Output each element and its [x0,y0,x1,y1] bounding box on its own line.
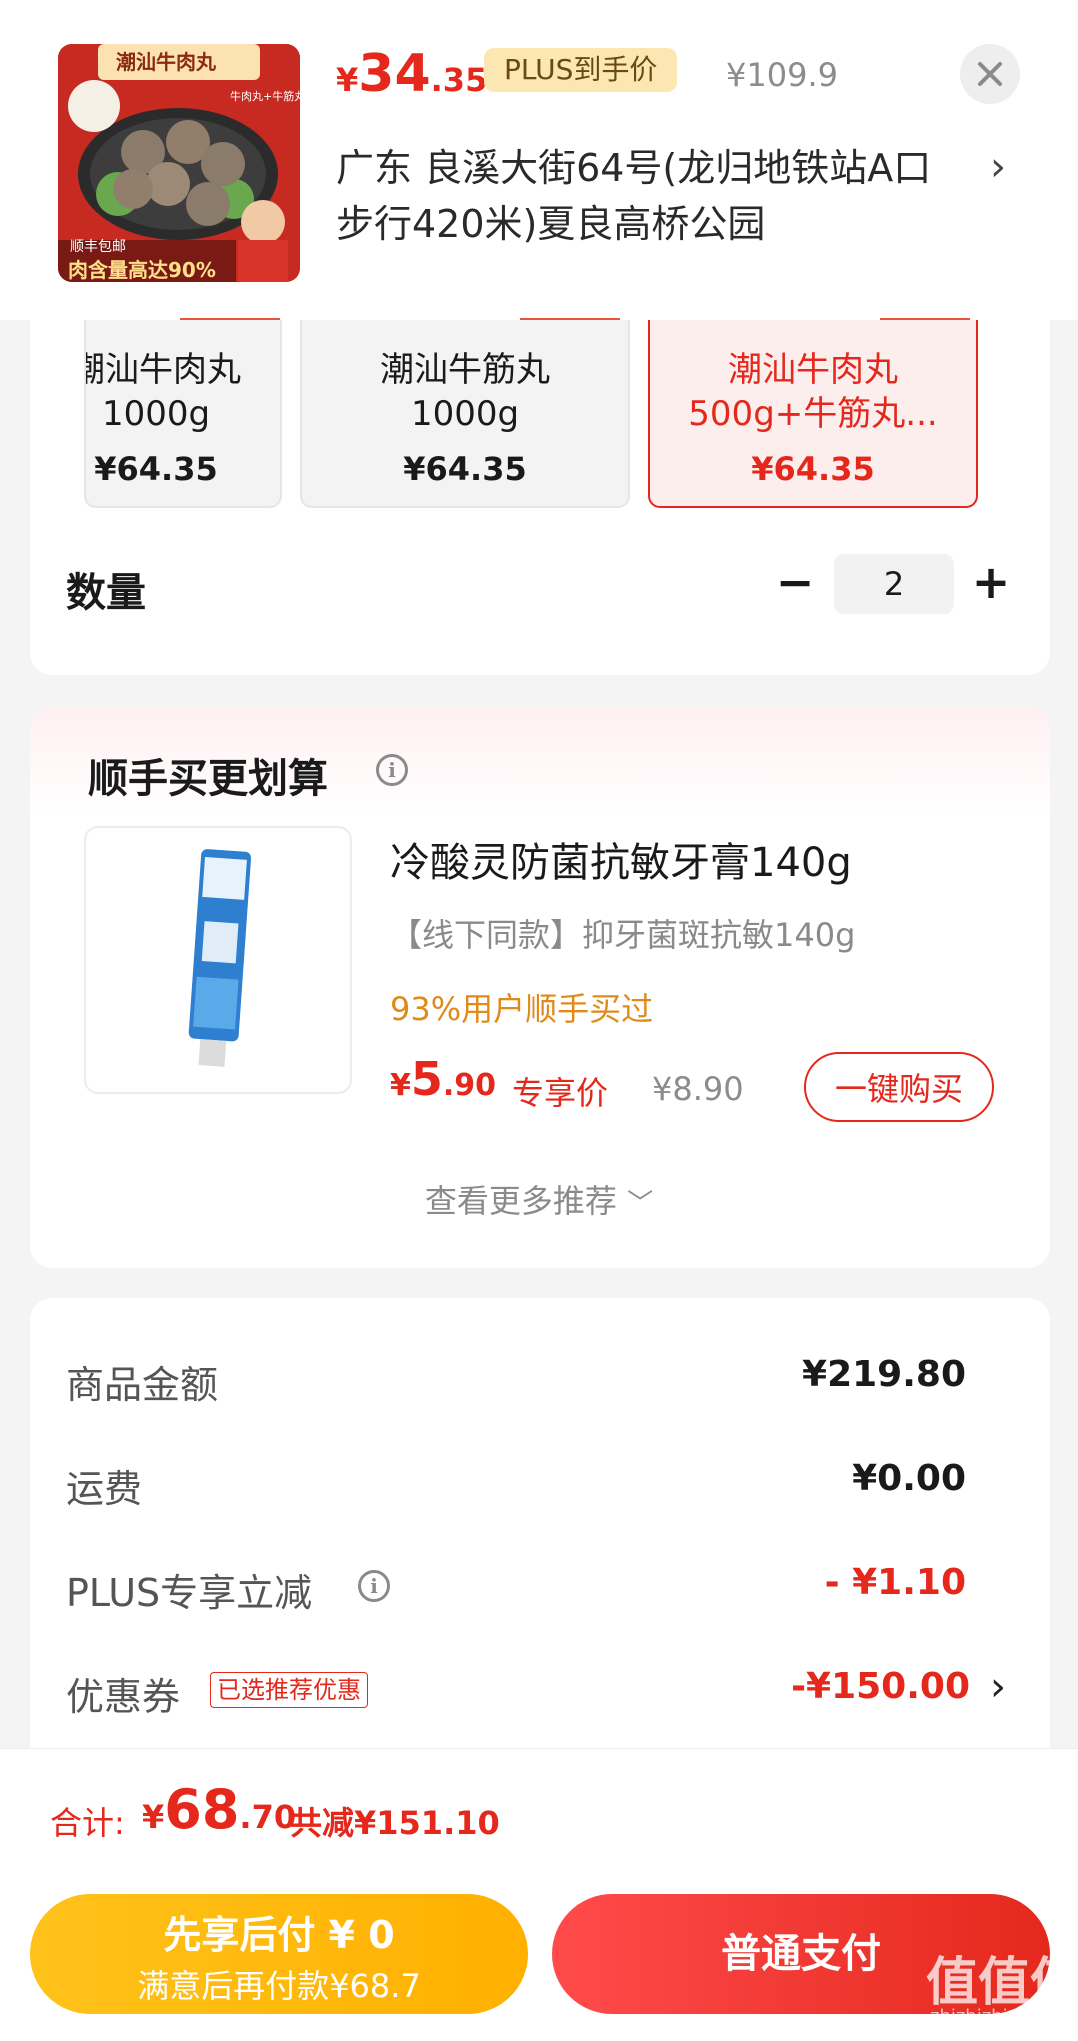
total-saved: 共减¥151.10 [290,1804,500,1842]
recommend-product-image[interactable] [84,826,352,1094]
chevron-right-icon[interactable]: › [990,144,1006,190]
close-button[interactable] [960,44,1020,104]
pay-later-button[interactable]: 先享后付 ¥ 0 满意后再付款¥68.7 [30,1894,528,2014]
pay-later-subtitle: 满意后再付款¥68.7 [137,1967,421,2005]
watermark-url: zhizhizhi.com [930,2006,1052,2027]
social-proof-text: 93%用户顺手买过 [390,990,654,1028]
recommend-price: ¥5.90 [390,1052,497,1106]
see-more-link[interactable]: 查看更多推荐 ﹀ [0,1176,1078,1222]
thumbnail-tag: 顺丰包邮 [70,239,126,255]
quantity-decrease-button[interactable]: − [770,554,820,614]
pay-later-title: 先享后付 ¥ 0 [163,1913,395,1957]
goods-amount-label: 商品金额 [66,1363,219,1407]
quantity-increase-button[interactable]: + [966,554,1016,614]
chevron-right-icon[interactable]: › [990,1664,1006,1710]
see-more-label: 查看更多推荐 [424,1182,617,1220]
close-icon [978,62,1002,86]
current-price: ¥34.35 [336,44,488,104]
recommend-original-price: ¥8.90 [652,1070,744,1108]
plus-discount-value: - ¥1.10 [824,1562,966,1603]
plus-price-tag: PLUS到手价 [484,48,678,92]
watermark-logo: 值值值 [926,1953,1078,2013]
total-price: ¥68.70 [142,1778,297,1841]
goods-amount-value: ¥219.80 [802,1354,966,1395]
recommend-product-name[interactable]: 冷酸灵防菌抗敏牙膏140g [390,830,852,888]
coupon-selected-badge: 已选推荐优惠 [210,1672,368,1708]
chevron-down-icon: ﹀ [627,1189,654,1219]
info-icon[interactable]: i [358,1570,390,1602]
plus-discount-label: PLUS专享立减 [66,1571,313,1615]
delivery-address[interactable]: 广东 良溪大街64号(龙归地铁站A口步行420米)夏良高桥公园 [336,140,966,252]
thumbnail-badge: 肉含量高达90% [68,258,216,282]
spec-option-3-selected[interactable]: 潮汕牛肉丸 500g+牛筋丸... ¥64.35 [648,320,978,508]
spec-option-2[interactable]: 潮汕牛筋丸 1000g ¥64.35 [300,320,630,508]
shipping-value: ¥0.00 [852,1458,966,1499]
coupon-label: 优惠券 [66,1675,181,1719]
info-icon[interactable]: i [376,754,408,786]
original-price: ¥109.9 [726,56,838,94]
spec-option-1[interactable]: 潮汕牛肉丸 1000g ¥64.35 [84,320,282,508]
one-click-buy-button[interactable]: 一键购买 [804,1052,994,1122]
recommend-product-desc: 【线下同款】抑牙菌斑抗敏140g [390,916,856,954]
recommend-title: 顺手买更划算 [88,756,328,802]
exclusive-price-tag: 专享价 [512,1074,609,1112]
total-label: 合计: [50,1804,125,1842]
quantity-input[interactable]: 2 [834,554,954,614]
thumbnail-banner: 潮汕牛肉丸 [116,50,216,74]
thumbnail-sub: 牛肉丸+牛筋丸 [230,90,300,103]
quantity-label: 数量 [66,570,146,616]
product-thumbnail: 潮汕牛肉丸 牛肉丸+牛筋丸 顺丰包邮 肉含量高达90% [58,44,300,282]
shipping-label: 运费 [66,1467,143,1511]
coupon-value[interactable]: -¥150.00 [791,1666,970,1707]
